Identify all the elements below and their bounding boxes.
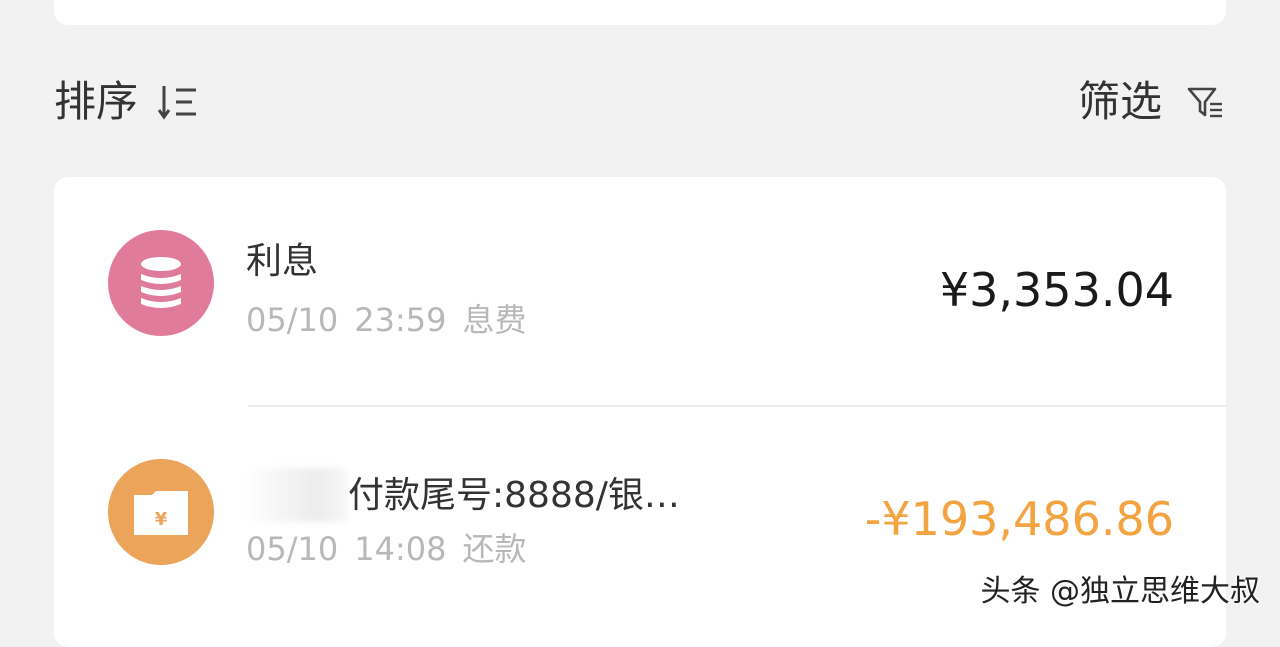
transaction-meta: 05/10 14:08 还款 <box>246 529 542 569</box>
sort-button-label[interactable]: 排序 <box>54 76 138 128</box>
yuan-folder-icon: ¥ <box>108 459 214 565</box>
svg-text:¥: ¥ <box>155 509 168 530</box>
sort-descending-icon[interactable] <box>158 82 200 122</box>
transaction-category: 息费 <box>462 301 527 339</box>
filter-button-label[interactable]: 筛选 <box>1078 76 1162 128</box>
transaction-amount[interactable]: ¥3,353.04 <box>940 262 1174 318</box>
transaction-meta: 05/10 23:59 息费 <box>246 300 542 340</box>
summary-card <box>54 0 1226 25</box>
transaction-date: 05/10 <box>246 530 339 568</box>
row-divider <box>248 405 1226 407</box>
filter-funnel-icon[interactable] <box>1186 84 1224 120</box>
transaction-title[interactable]: 付款尾号:8888/银… <box>348 474 680 518</box>
transaction-category: 还款 <box>462 530 527 568</box>
transaction-title[interactable]: 利息 <box>246 240 318 284</box>
transaction-time: 14:08 <box>354 530 447 568</box>
coins-stack-icon <box>108 230 214 336</box>
transaction-time: 23:59 <box>354 301 447 339</box>
transaction-date: 05/10 <box>246 301 339 339</box>
watermark: 头条 @独立思维大叔 <box>980 574 1260 609</box>
transaction-amount[interactable]: -¥193,486.86 <box>865 491 1174 547</box>
redacted-text <box>244 468 348 522</box>
